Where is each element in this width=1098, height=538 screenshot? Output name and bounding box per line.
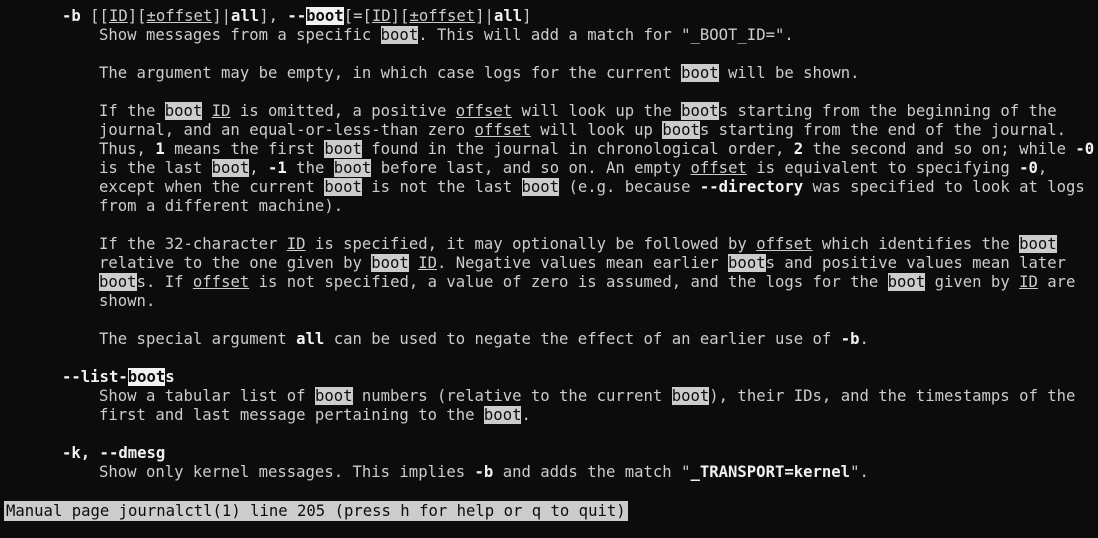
option-list-boots-text: first and last message pertaining to the… <box>99 406 531 424</box>
option-b-text: from a different machine). <box>99 197 344 215</box>
option-k-text: Show only kernel messages. This implies … <box>99 463 869 481</box>
option-b-text: except when the current boot is not the … <box>99 178 1085 196</box>
option-b-heading: -b [[ID][±offset]|all], --boot[=[ID][±of… <box>62 7 532 25</box>
option-list-boots-heading: --list-boots <box>62 368 175 386</box>
background-window-fragment <box>112 530 532 538</box>
option-b-text: If the boot ID is omitted, a positive of… <box>99 102 1057 120</box>
option-b-text: The special argument all can be used to … <box>99 330 869 348</box>
option-b-text: boots. If offset is not specified, a val… <box>99 273 1076 291</box>
option-b-text: The argument may be empty, in which case… <box>99 64 860 82</box>
pager-status-bar: Manual page journalctl(1) line 205 (pres… <box>4 501 628 521</box>
option-b-text: is the last boot, -1 the boot before las… <box>99 159 1048 177</box>
option-list-boots-text: Show a tabular list of boot numbers (rel… <box>99 387 1076 405</box>
option-b-text: If the 32-character ID is specified, it … <box>99 235 1057 253</box>
option-b-text: Thus, 1 means the first boot found in th… <box>99 140 1095 158</box>
option-b-text: Show messages from a specific boot. This… <box>99 26 794 44</box>
option-b-text: shown. <box>99 292 156 310</box>
terminal-window[interactable]: -b [[ID][±offset]|all], --boot[=[ID][±of… <box>0 0 1098 538</box>
option-b-text: journal, and an equal-or-less-than zero … <box>99 121 1067 139</box>
option-k-heading: -k, --dmesg <box>62 444 166 462</box>
option-b-text: relative to the one given by boot ID. Ne… <box>99 254 1067 272</box>
